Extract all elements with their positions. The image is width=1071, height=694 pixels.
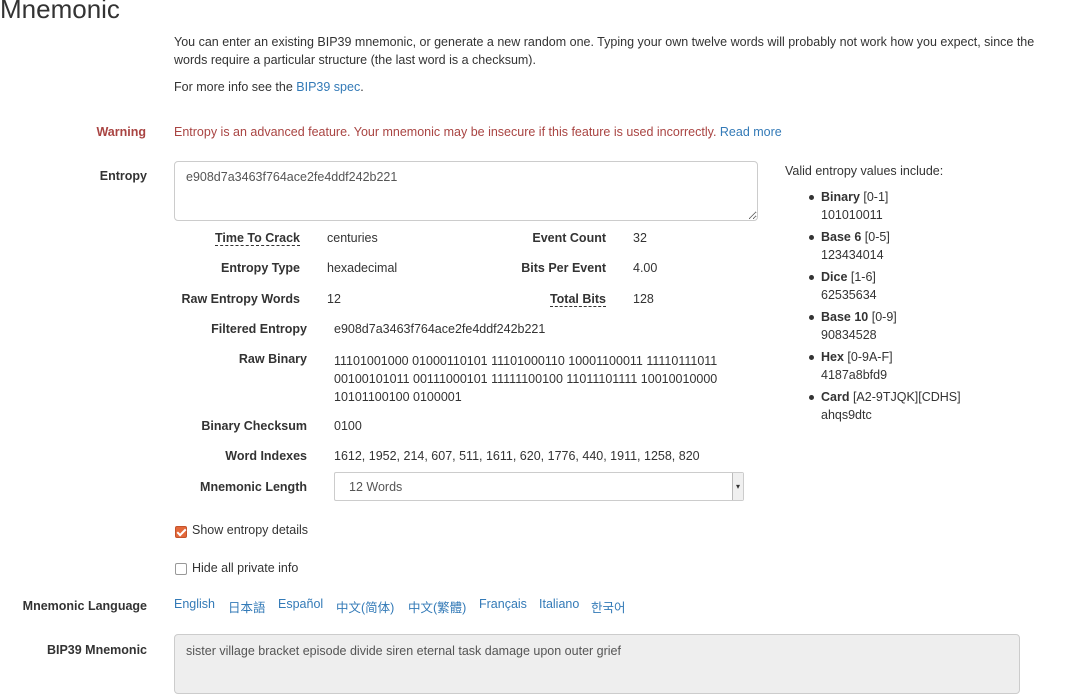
time-to-crack-label: Time To Crack [215, 231, 300, 246]
entropy-type-range: [0-9] [868, 310, 897, 324]
warning-message: Entropy is an advanced feature. Your mne… [174, 125, 782, 139]
entropy-type-example: 4187a8bfd9 [821, 368, 888, 382]
intro-line-1: You can enter an existing BIP39 mnemonic… [174, 35, 1035, 49]
language-english-link[interactable]: English [174, 597, 215, 611]
raw-entropy-words-label: Raw Entropy Words [181, 292, 300, 306]
warning-text: Entropy is an advanced feature. Your mne… [174, 125, 717, 139]
entropy-type-label: Entropy Type [221, 261, 300, 275]
event-count-value: 32 [633, 231, 647, 245]
bits-per-event-label: Bits Per Event [521, 261, 606, 275]
entropy-type-example: 123434014 [821, 248, 884, 262]
total-bits-label: Total Bits [549, 292, 606, 307]
valid-entropy-list: Binary [0-1] 101010011 Base 6 [0-5] 123434… [807, 188, 961, 428]
raw-entropy-words-value: 12 [327, 292, 341, 306]
language-korean-link[interactable]: 한국어 [591, 597, 626, 616]
entropy-type-example: 101010011 [821, 208, 883, 222]
entropy-type-range: [A2-9TJQK][CDHS] [849, 390, 961, 404]
section-title: Mnemonic [0, 0, 120, 24]
valid-entropy-item: Hex [0-9A-F] 4187a8bfd9 [809, 348, 961, 384]
entropy-type-name: Binary [821, 190, 860, 204]
word-indexes-value: 1612, 1952, 214, 607, 511, 1611, 620, 17… [334, 449, 700, 463]
valid-entropy-item: Card [A2-9TJQK][CDHS] ahqs9dtc [809, 388, 961, 424]
raw-binary-value: 11101001000 01000110101 11101000110 1000… [334, 352, 717, 406]
language-chinese-traditional-link[interactable]: 中文(繁體) [408, 597, 466, 616]
binary-checksum-value: 0100 [334, 419, 362, 433]
entropy-type-name: Base 10 [821, 310, 869, 324]
read-more-link[interactable]: Read more [720, 125, 782, 139]
entropy-type-name: Base 6 [821, 230, 862, 244]
bits-per-event-value: 4.00 [633, 261, 658, 275]
entropy-type-name: Hex [821, 350, 844, 364]
filtered-entropy-label: Filtered Entropy [211, 322, 307, 336]
language-japanese-link[interactable]: 日本語 [228, 597, 266, 616]
more-info: For more info see the BIP39 spec. [174, 78, 364, 96]
event-count-label: Event Count [532, 231, 606, 245]
hide-private-info-checkbox[interactable] [175, 563, 187, 575]
raw-binary-line-1: 11101001000 01000110101 11101000110 1000… [334, 354, 718, 368]
valid-entropy-item: Base 10 [0-9] 90834528 [809, 308, 961, 344]
entropy-type-example: ahqs9dtc [821, 408, 872, 422]
valid-entropy-title: Valid entropy values include: [785, 164, 944, 178]
mnemonic-length-selected: 12 Words [349, 480, 403, 494]
entropy-type-example: 90834528 [821, 328, 877, 342]
entropy-type-value: hexadecimal [327, 261, 398, 275]
valid-entropy-item: Dice [1-6] 62535634 [809, 268, 961, 304]
bip39-spec-link[interactable]: BIP39 spec [296, 80, 360, 94]
hide-private-info-label[interactable]: Hide all private info [192, 561, 298, 575]
mnemonic-length-label: Mnemonic Length [200, 480, 307, 494]
more-info-suffix: . [360, 80, 364, 94]
entropy-type-name: Card [821, 390, 850, 404]
valid-entropy-item: Base 6 [0-5] 123434014 [809, 228, 961, 264]
mnemonic-length-select[interactable]: 12 Words ▾ [334, 472, 744, 501]
more-info-prefix: For more info see the [174, 80, 297, 94]
entropy-type-name: Dice [821, 270, 848, 284]
warning-label: Warning [96, 125, 146, 139]
time-to-crack-value: centuries [327, 231, 378, 245]
entropy-type-range: [0-5] [861, 230, 890, 244]
raw-binary-line-2: 00100101011 00111000101 11111100100 1101… [334, 372, 718, 386]
word-indexes-label: Word Indexes [225, 449, 307, 463]
bip39-mnemonic-label: BIP39 Mnemonic [46, 643, 147, 657]
entropy-type-range: [0-9A-F] [843, 350, 893, 364]
raw-binary-label: Raw Binary [238, 352, 307, 366]
show-entropy-details-checkbox[interactable] [175, 526, 187, 538]
total-bits-value: 128 [633, 292, 654, 306]
time-to-crack-abbr: Time To Crack [215, 231, 300, 246]
entropy-type-range: [0-1] [859, 190, 889, 204]
show-entropy-details-label[interactable]: Show entropy details [192, 523, 308, 537]
entropy-label: Entropy [99, 169, 147, 183]
intro-line-2: words require a particular structure (th… [174, 53, 536, 67]
mnemonic-language-label: Mnemonic Language [22, 599, 147, 613]
language-italian-link[interactable]: Italiano [539, 597, 579, 611]
select-arrow-icon: ▾ [732, 473, 743, 500]
raw-binary-line-3: 10101100100 0100001 [334, 390, 462, 404]
valid-entropy-item: Binary [0-1] 101010011 [809, 188, 961, 224]
entropy-type-range: [1-6] [847, 270, 876, 284]
binary-checksum-label: Binary Checksum [201, 419, 307, 433]
entropy-input[interactable]: e908d7a3463f764ace2fe4ddf242b221 [174, 161, 758, 221]
bip39-mnemonic-output[interactable]: sister village bracket episode divide si… [174, 634, 1020, 694]
entropy-type-example: 62535634 [821, 288, 877, 302]
language-french-link[interactable]: Français [479, 597, 527, 611]
total-bits-abbr: Total Bits [549, 292, 606, 307]
language-spanish-link[interactable]: Español [278, 597, 323, 611]
filtered-entropy-value: e908d7a3463f764ace2fe4ddf242b221 [334, 322, 546, 336]
language-chinese-simplified-link[interactable]: 中文(简体) [336, 597, 394, 616]
